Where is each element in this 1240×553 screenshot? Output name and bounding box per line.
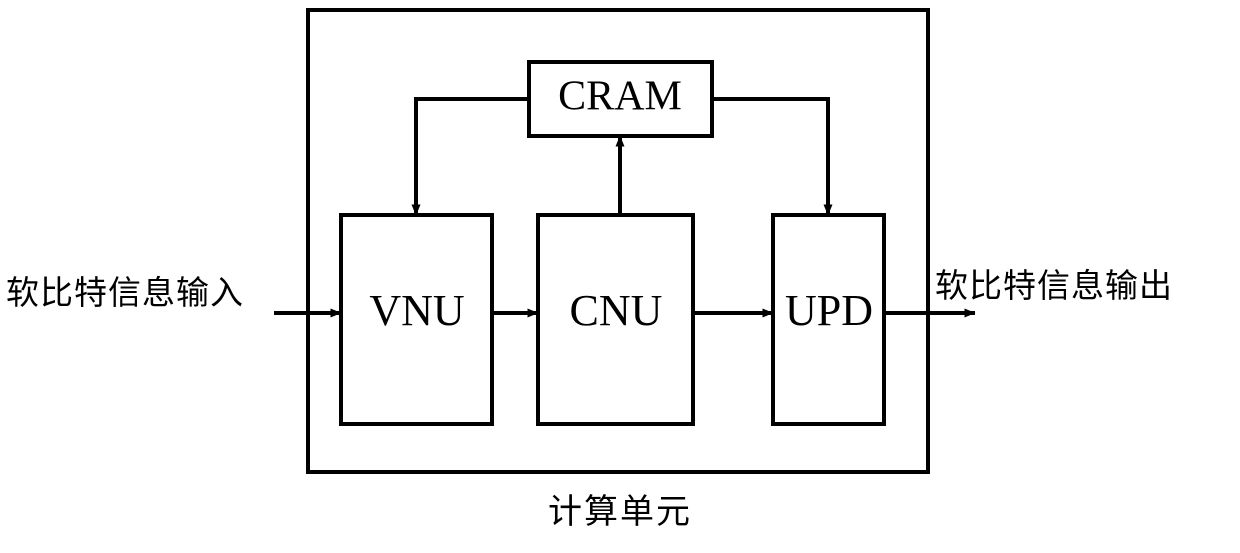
output-label: 软比特信息输出: [935, 266, 1173, 305]
diagram-canvas: CRAM VNU CNU UPD 软比特信息输入 软比特信息输出 计算单元: [0, 0, 1240, 553]
connector-cram-to-upd: [712, 97, 833, 216]
block-upd-label: UPD: [785, 286, 873, 335]
block-diagram: CRAM VNU CNU UPD 软比特信息输入 软比特信息输出 计算单元: [6, 8, 1173, 532]
diagram-caption: 计算单元: [548, 492, 692, 532]
input-label: 软比特信息输入: [6, 273, 244, 312]
block-cram-label: CRAM: [558, 74, 682, 120]
block-vnu-label: VNU: [369, 286, 464, 335]
connector-cram-to-vnu: [411, 97, 529, 216]
block-cnu-label: CNU: [570, 286, 663, 335]
